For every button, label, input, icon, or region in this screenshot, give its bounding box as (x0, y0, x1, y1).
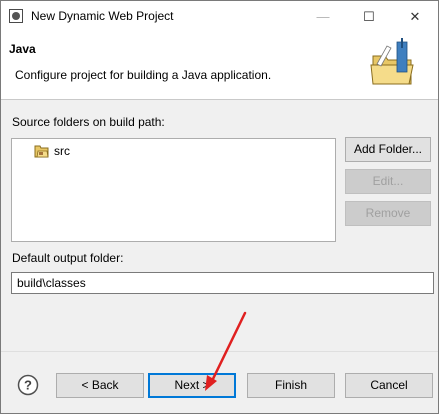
footer-divider (1, 351, 438, 352)
output-folder-field[interactable]: build\classes (11, 272, 434, 294)
wizard-header: Java Configure project for building a Ja… (1, 32, 438, 100)
output-folder-label: Default output folder: (12, 251, 124, 265)
finish-button[interactable]: Finish (247, 373, 335, 398)
next-button[interactable]: Next > (148, 373, 236, 398)
java-folder-wizard-icon (370, 38, 414, 85)
dialog-window: New Dynamic Web Project — ☐ ✕ Java Confi… (0, 0, 439, 414)
title-bar[interactable]: New Dynamic Web Project — ☐ ✕ (1, 1, 438, 32)
minimize-button[interactable]: — (300, 1, 346, 32)
source-folder-icon (34, 145, 49, 158)
source-folders-tree[interactable]: src (11, 138, 336, 242)
back-button[interactable]: < Back (56, 373, 144, 398)
page-description: Configure project for building a Java ap… (15, 68, 272, 82)
help-icon[interactable]: ? (17, 374, 39, 396)
window-title: New Dynamic Web Project (31, 9, 174, 23)
edit-button[interactable]: Edit... (345, 169, 431, 194)
close-button[interactable]: ✕ (392, 1, 438, 32)
tree-item-label: src (54, 144, 70, 158)
maximize-button[interactable]: ☐ (346, 1, 392, 32)
eclipse-app-icon (9, 9, 23, 23)
source-folders-label: Source folders on build path: (12, 115, 165, 129)
svg-text:?: ? (24, 378, 32, 393)
page-title: Java (9, 42, 36, 56)
cancel-button[interactable]: Cancel (345, 373, 433, 398)
remove-button[interactable]: Remove (345, 201, 431, 226)
add-folder-button[interactable]: Add Folder... (345, 137, 431, 162)
